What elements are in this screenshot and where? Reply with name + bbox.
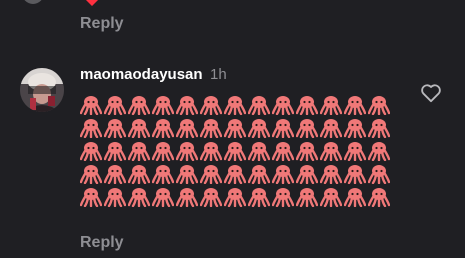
- octopus-emoji: [271, 141, 295, 162]
- octopus-emoji: [271, 95, 295, 116]
- comments-panel: Reply maomaodayusan 1h Reply: [0, 0, 465, 258]
- emoji-row: [79, 187, 400, 210]
- octopus-emoji: [175, 95, 199, 116]
- octopus-emoji: [79, 95, 103, 116]
- octopus-emoji: [199, 164, 223, 185]
- octopus-emoji: [295, 164, 319, 185]
- octopus-emoji: [127, 95, 151, 116]
- heart-outline-icon[interactable]: [420, 83, 442, 103]
- octopus-emoji: [271, 118, 295, 139]
- octopus-emoji: [151, 187, 175, 208]
- octopus-emoji: [295, 118, 319, 139]
- octopus-emoji: [271, 187, 295, 208]
- octopus-emoji: [247, 187, 271, 208]
- octopus-emoji: [127, 118, 151, 139]
- octopus-emoji: [175, 141, 199, 162]
- octopus-emoji: [79, 141, 103, 162]
- octopus-emoji: [367, 118, 391, 139]
- octopus-emoji: [271, 164, 295, 185]
- octopus-emoji: [343, 187, 367, 208]
- octopus-emoji: [343, 141, 367, 162]
- emoji-row: [79, 141, 400, 164]
- octopus-emoji: [79, 164, 103, 185]
- emoji-row: [79, 95, 400, 118]
- octopus-emoji: [151, 95, 175, 116]
- octopus-emoji: [103, 95, 127, 116]
- octopus-emoji: [295, 95, 319, 116]
- comment-header: maomaodayusan 1h: [80, 66, 227, 86]
- octopus-emoji: [247, 141, 271, 162]
- reply-button[interactable]: Reply: [80, 233, 124, 253]
- octopus-emoji: [103, 187, 127, 208]
- avatar-image: [20, 68, 64, 112]
- octopus-emoji: [79, 187, 103, 208]
- username[interactable]: maomaodayusan: [80, 66, 203, 83]
- octopus-emoji: [319, 141, 343, 162]
- octopus-emoji: [175, 164, 199, 185]
- octopus-emoji: [199, 95, 223, 116]
- octopus-emoji: [127, 187, 151, 208]
- octopus-emoji: [223, 141, 247, 162]
- octopus-emoji: [319, 187, 343, 208]
- octopus-emoji: [199, 187, 223, 208]
- octopus-emoji: [103, 141, 127, 162]
- octopus-emoji: [247, 118, 271, 139]
- octopus-emoji: [175, 187, 199, 208]
- octopus-emoji: [151, 164, 175, 185]
- reply-button[interactable]: Reply: [80, 14, 124, 34]
- octopus-emoji: [343, 95, 367, 116]
- octopus-emoji: [175, 118, 199, 139]
- octopus-emoji: [103, 118, 127, 139]
- octopus-emoji: [319, 95, 343, 116]
- comment-text: [79, 95, 400, 210]
- octopus-emoji: [151, 118, 175, 139]
- previous-comment: Reply: [0, 0, 465, 40]
- octopus-emoji: [343, 118, 367, 139]
- emoji-row: [79, 164, 400, 187]
- octopus-emoji: [319, 118, 343, 139]
- octopus-emoji: [79, 118, 103, 139]
- octopus-emoji: [223, 118, 247, 139]
- emoji-row: [79, 118, 400, 141]
- octopus-emoji: [343, 164, 367, 185]
- octopus-emoji: [127, 141, 151, 162]
- octopus-emoji: [367, 141, 391, 162]
- octopus-emoji: [367, 164, 391, 185]
- octopus-emoji: [103, 164, 127, 185]
- heart-icon: [86, 0, 98, 6]
- octopus-emoji: [223, 164, 247, 185]
- octopus-emoji: [247, 164, 271, 185]
- octopus-emoji: [367, 187, 391, 208]
- octopus-emoji: [247, 95, 271, 116]
- timestamp: 1h: [210, 66, 227, 83]
- octopus-emoji: [151, 141, 175, 162]
- octopus-emoji: [223, 187, 247, 208]
- previous-avatar[interactable]: [22, 0, 44, 4]
- octopus-emoji: [199, 141, 223, 162]
- user-avatar[interactable]: [20, 68, 64, 112]
- octopus-emoji: [295, 187, 319, 208]
- octopus-emoji: [319, 164, 343, 185]
- octopus-emoji: [367, 95, 391, 116]
- octopus-emoji: [127, 164, 151, 185]
- octopus-emoji: [199, 118, 223, 139]
- octopus-emoji: [223, 95, 247, 116]
- octopus-emoji: [295, 141, 319, 162]
